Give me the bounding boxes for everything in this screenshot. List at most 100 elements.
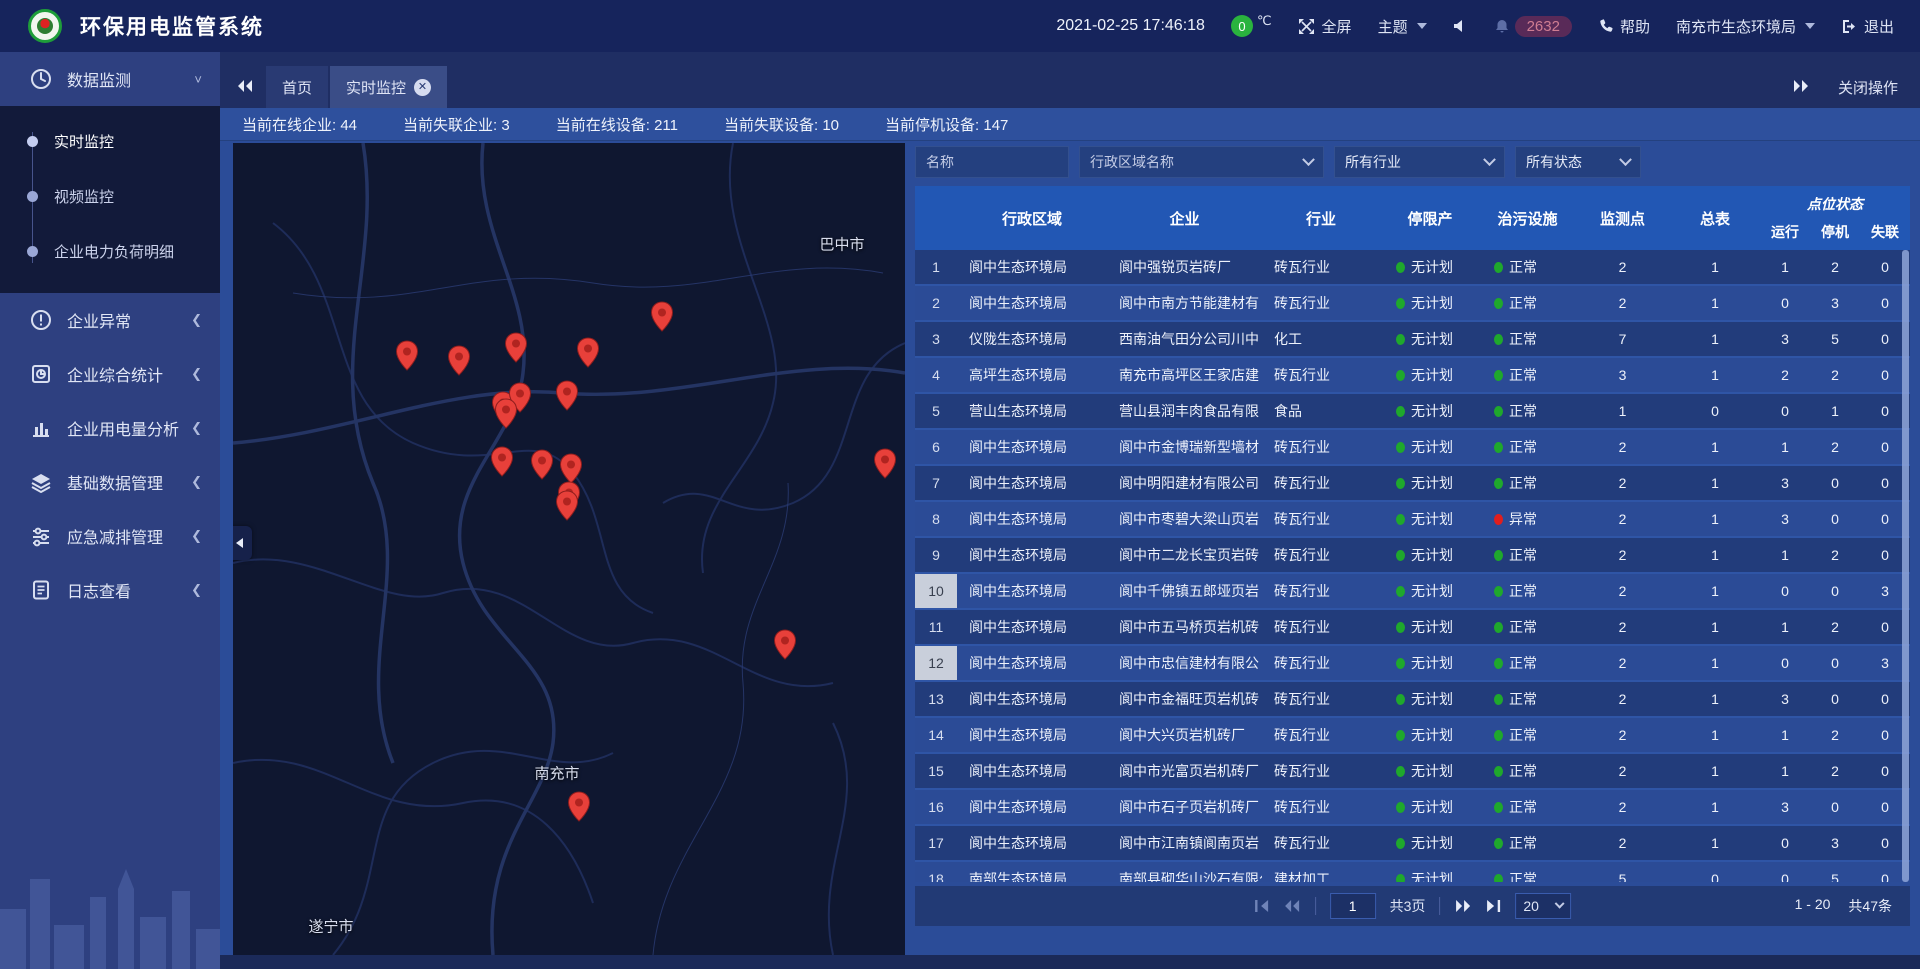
page-size-select[interactable]: 20 <box>1515 893 1571 919</box>
table-row[interactable]: 18南部生态环境局南部县砌华山沙石有限公建材加工无计划正常50050 <box>915 862 1910 882</box>
map-pin-icon[interactable] <box>504 332 528 363</box>
table-row[interactable]: 4高坪生态环境局南充市高坪区王家店建砖瓦行业无计划正常31220 <box>915 358 1910 392</box>
table-row[interactable]: 8阆中生态环境局阆中市枣碧大梁山页岩砖瓦行业无计划异常21300 <box>915 502 1910 536</box>
status-dot-icon <box>1396 802 1405 813</box>
close-tab-icon[interactable]: ✕ <box>414 79 431 96</box>
tabs-scroll-right-button[interactable] <box>1792 79 1810 97</box>
status-dot-icon <box>1396 514 1405 525</box>
page-number-input[interactable] <box>1330 893 1376 919</box>
map-pin-icon[interactable] <box>650 301 674 332</box>
table-row[interactable]: 3仪陇生态环境局西南油气田分公司川中化工无计划正常71350 <box>915 322 1910 356</box>
tab-home[interactable]: 首页 <box>266 66 328 108</box>
previous-page-button[interactable] <box>1283 899 1301 913</box>
map-pin-icon[interactable] <box>873 448 897 479</box>
table-row[interactable]: 1阆中生态环境局阆中强锐页岩砖厂砖瓦行业无计划正常21120 <box>915 250 1910 284</box>
table-row[interactable]: 16阆中生态环境局阆中市石子页岩机砖厂砖瓦行业无计划正常21300 <box>915 790 1910 824</box>
map-pin-icon[interactable] <box>567 791 591 822</box>
table-row[interactable]: 5营山生态环境局营山县润丰肉食品有限食品无计划正常10010 <box>915 394 1910 428</box>
pie-icon <box>30 363 52 385</box>
column-header[interactable]: 监测点 <box>1575 186 1670 250</box>
table-row[interactable]: 13阆中生态环境局阆中市金福旺页岩机砖砖瓦行业无计划正常21300 <box>915 682 1910 716</box>
facility-status-cell: 正常 <box>1480 394 1575 428</box>
map-pin-icon[interactable] <box>395 340 419 371</box>
logout-button[interactable]: 退出 <box>1841 16 1894 37</box>
column-header[interactable]: 停限产 <box>1380 186 1480 250</box>
company-name-input[interactable] <box>915 146 1069 178</box>
production-status-cell: 无计划 <box>1380 502 1480 536</box>
row-number-cell: 3 <box>915 322 957 356</box>
table-row[interactable]: 17阆中生态环境局阆中市江南镇阆南页岩砖瓦行业无计划正常21030 <box>915 826 1910 860</box>
table-row[interactable]: 12阆中生态环境局阆中市忠信建材有限公砖瓦行业无计划正常21003 <box>915 646 1910 680</box>
log-icon <box>30 579 52 601</box>
map-pin-icon[interactable] <box>555 380 579 411</box>
column-header[interactable]: 治污设施 <box>1480 186 1575 250</box>
production-status-cell: 无计划 <box>1380 718 1480 752</box>
row-number-cell: 11 <box>915 610 957 644</box>
theme-button[interactable]: 主题 <box>1378 16 1427 37</box>
last-page-button[interactable] <box>1486 899 1501 913</box>
skyline-decoration <box>0 839 220 969</box>
gauge-icon <box>30 68 52 90</box>
sidebar-item-company-statistics[interactable]: 企业综合统计 ❮ <box>0 347 220 401</box>
stop-count-cell: 0 <box>1810 682 1860 716</box>
first-page-button[interactable] <box>1254 899 1269 913</box>
table-scrollbar[interactable] <box>1902 250 1909 882</box>
map-pin-icon[interactable] <box>559 453 583 484</box>
map-panel[interactable]: 巴中市南充市遂宁市 <box>233 143 905 955</box>
points-cell: 3 <box>1575 358 1670 392</box>
sidebar-item-power-usage-analysis[interactable]: 企业用电量分析 ❮ <box>0 401 220 455</box>
column-header[interactable]: 行政区域 <box>957 186 1107 250</box>
table-row[interactable]: 10阆中生态环境局阆中千佛镇五郎垭页岩砖瓦行业无计划正常21003 <box>915 574 1910 608</box>
map-pin-icon[interactable] <box>447 345 471 376</box>
sidebar-subitem-video-monitor[interactable]: 视频监控 <box>0 169 220 224</box>
sidebar-subitem-realtime-monitor[interactable]: 实时监控 <box>0 114 220 169</box>
status-dot-icon <box>1396 622 1405 633</box>
sidebar-item-company-abnormal[interactable]: 企业异常 ❮ <box>0 293 220 347</box>
sub-column-header[interactable]: 失联 <box>1860 222 1910 242</box>
map-pin-icon[interactable] <box>530 449 554 480</box>
points-cell: 2 <box>1575 718 1670 752</box>
org-dropdown[interactable]: 南充市生态环境局 <box>1676 16 1815 37</box>
tabs-scroll-left-button[interactable] <box>236 79 254 98</box>
table-row[interactable]: 11阆中生态环境局阆中市五马桥页岩机砖砖瓦行业无计划正常21120 <box>915 610 1910 644</box>
sub-column-header[interactable]: 停机 <box>1810 222 1860 242</box>
next-page-button[interactable] <box>1454 899 1472 913</box>
notification-widget[interactable]: 2632 <box>1495 16 1572 37</box>
chevron-left-icon: ❮ <box>191 474 202 490</box>
tab-realtime-monitor[interactable]: 实时监控✕ <box>330 66 447 108</box>
points-cell: 2 <box>1575 610 1670 644</box>
industry-cell: 砖瓦行业 <box>1262 574 1380 608</box>
industry-select[interactable]: 所有行业 <box>1334 146 1505 178</box>
table-row[interactable]: 9阆中生态环境局阆中市二龙长宝页岩砖砖瓦行业无计划正常21120 <box>915 538 1910 572</box>
region-select[interactable]: 行政区域名称 <box>1079 146 1324 178</box>
sidebar-subitem-power-load-detail[interactable]: 企业电力负荷明细 <box>0 224 220 279</box>
status-select[interactable]: 所有状态 <box>1515 146 1641 178</box>
column-header[interactable]: 行业 <box>1262 186 1380 250</box>
map-collapse-button[interactable] <box>233 526 252 560</box>
mute-button[interactable] <box>1453 19 1469 33</box>
close-operations-button[interactable]: 关闭操作 <box>1838 77 1898 98</box>
sidebar-item-log-view[interactable]: 日志查看 ❮ <box>0 563 220 617</box>
sidebar-item-data-monitoring[interactable]: 数据监测 ˅ <box>0 52 220 106</box>
sidebar-item-emergency-reduction[interactable]: 应急减排管理 ❮ <box>0 509 220 563</box>
table-row[interactable]: 2阆中生态环境局阆中市南方节能建材有砖瓦行业无计划正常21030 <box>915 286 1910 320</box>
sidebar-item-base-data-management[interactable]: 基础数据管理 ❮ <box>0 455 220 509</box>
fullscreen-button[interactable]: 全屏 <box>1298 16 1352 37</box>
map-pin-icon[interactable] <box>773 629 797 660</box>
sliders-icon <box>30 525 52 547</box>
help-button[interactable]: 帮助 <box>1598 16 1650 37</box>
sub-column-header[interactable]: 运行 <box>1760 222 1810 242</box>
map-pin-icon[interactable] <box>576 337 600 368</box>
column-header[interactable]: 企业 <box>1107 186 1262 250</box>
map-pin-icon[interactable] <box>494 398 518 429</box>
table-row[interactable]: 6阆中生态环境局阆中市金博瑞新型墙材砖瓦行业无计划正常21120 <box>915 430 1910 464</box>
status-dot-icon <box>1396 658 1405 669</box>
map-pin-icon[interactable] <box>490 446 514 477</box>
table-row[interactable]: 7阆中生态环境局阆中明阳建材有限公司砖瓦行业无计划正常21300 <box>915 466 1910 500</box>
map-pin-icon[interactable] <box>555 490 579 521</box>
table-row[interactable]: 15阆中生态环境局阆中市光富页岩机砖厂砖瓦行业无计划正常21120 <box>915 754 1910 788</box>
company-cell: 南充市高坪区王家店建 <box>1107 358 1262 392</box>
run-count-cell: 1 <box>1760 610 1810 644</box>
column-header[interactable]: 总表 <box>1670 186 1760 250</box>
table-row[interactable]: 14阆中生态环境局阆中大兴页岩机砖厂砖瓦行业无计划正常21120 <box>915 718 1910 752</box>
